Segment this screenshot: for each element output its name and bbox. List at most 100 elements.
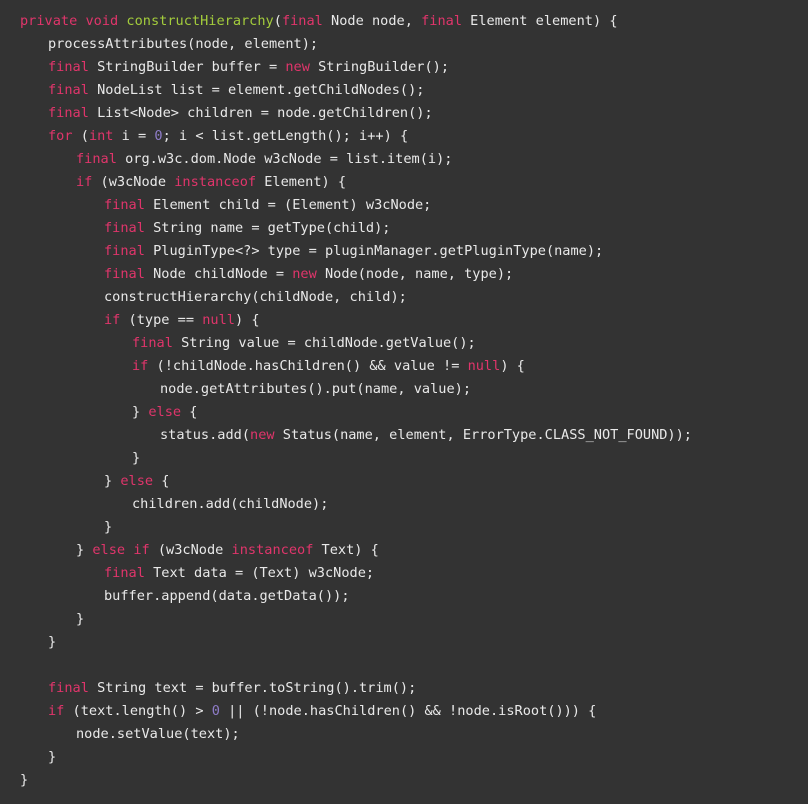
code-token: (w3cNode <box>149 542 232 558</box>
code-line: final PluginType<?> type = pluginManager… <box>0 240 808 263</box>
code-line: if (type == null) { <box>0 309 808 332</box>
code-token: status.add( <box>160 427 251 443</box>
code-line: } else { <box>0 401 808 424</box>
code-line: final NodeList list = element.getChildNo… <box>0 79 808 102</box>
code-token: Element element) { <box>462 13 618 29</box>
code-token: || (!node.hasChildren() && !node.isRoot(… <box>219 703 597 719</box>
code-token: processAttributes(node, element); <box>48 36 319 52</box>
code-line: buffer.append(data.getData()); <box>0 585 808 608</box>
code-token: final <box>48 105 89 121</box>
code-editor-view[interactable]: private void constructHierarchy(final No… <box>0 0 808 804</box>
code-token: } <box>48 634 57 650</box>
code-token: if <box>132 358 149 374</box>
code-line: if (text.length() > 0 || (!node.hasChild… <box>0 700 808 723</box>
code-line: children.add(childNode); <box>0 493 808 516</box>
code-token: int <box>88 128 114 144</box>
code-token: null <box>467 358 501 374</box>
code-line: final String name = getType(child); <box>0 217 808 240</box>
code-token: 0 <box>211 703 220 719</box>
code-line: } <box>0 769 808 792</box>
code-token: final <box>48 680 89 696</box>
code-token: { <box>153 473 170 489</box>
code-token: if <box>76 174 93 190</box>
code-token: children.add(childNode); <box>132 496 329 512</box>
code-token: final <box>104 197 145 213</box>
code-token: final <box>76 151 117 167</box>
code-token: Node(node, name, type); <box>316 266 514 282</box>
code-token: final <box>48 59 89 75</box>
code-token: else <box>120 473 154 489</box>
code-token: instanceof <box>231 542 314 558</box>
code-line: constructHierarchy(childNode, child); <box>0 286 808 309</box>
code-token: String text = buffer.toString().trim(); <box>88 680 417 696</box>
code-token: final <box>48 82 89 98</box>
code-line: final Node childNode = new Node(node, na… <box>0 263 808 286</box>
code-token: StringBuilder buffer = <box>88 59 286 75</box>
code-line: final String text = buffer.toString().tr… <box>0 677 808 700</box>
code-token: List<Node> children = node.getChildren()… <box>88 105 433 121</box>
code-token: String name = getType(child); <box>144 220 391 236</box>
code-line: final Text data = (Text) w3cNode; <box>0 562 808 585</box>
code-line: final Element child = (Element) w3cNode; <box>0 194 808 217</box>
code-token: (text.length() > <box>64 703 212 719</box>
code-line: for (int i = 0; i < list.getLength(); i+… <box>0 125 808 148</box>
code-token: } <box>132 404 149 420</box>
code-token: private <box>20 13 78 29</box>
code-token: new <box>250 427 275 443</box>
code-token: } <box>104 519 113 535</box>
code-token: ) { <box>500 358 525 374</box>
code-line: if (!childNode.hasChildren() && value !=… <box>0 355 808 378</box>
code-line: final org.w3c.dom.Node w3cNode = list.it… <box>0 148 808 171</box>
code-token: final <box>281 13 323 29</box>
code-token: final <box>104 565 145 581</box>
code-token: null <box>202 312 235 328</box>
code-line: final List<Node> children = node.getChil… <box>0 102 808 125</box>
code-token: final <box>104 220 145 236</box>
code-token: NodeList list = element.getChildNodes(); <box>88 82 425 98</box>
code-token: String value = childNode.getValue(); <box>172 335 476 351</box>
code-token: org.w3c.dom.Node w3cNode = list.item(i); <box>116 151 453 167</box>
code-token: constructHierarchy <box>126 13 274 29</box>
code-token: node.getAttributes().put(name, value); <box>160 381 471 397</box>
code-token: StringBuilder(); <box>309 59 450 75</box>
code-token: for <box>48 128 73 144</box>
code-line: } <box>0 608 808 631</box>
code-line: final String value = childNode.getValue(… <box>0 332 808 355</box>
code-token: else <box>148 404 182 420</box>
code-token: ) { <box>234 312 260 328</box>
code-token: final <box>104 243 145 259</box>
code-token: } <box>76 611 85 627</box>
code-line: } else if (w3cNode instanceof Text) { <box>0 539 808 562</box>
code-token: (w3cNode <box>92 174 175 190</box>
code-token: Node childNode = <box>144 266 293 282</box>
code-token: ; i < list.getLength(); i++) { <box>162 128 409 144</box>
code-token: } <box>132 450 141 466</box>
code-token: Element) { <box>256 174 347 190</box>
code-token: Node node, <box>322 13 422 29</box>
code-token: instanceof <box>174 174 257 190</box>
code-token: final <box>132 335 173 351</box>
code-line: } <box>0 631 808 654</box>
code-line: status.add(new Status(name, element, Err… <box>0 424 808 447</box>
code-token: } <box>76 542 93 558</box>
code-token: } <box>48 749 57 765</box>
code-token: final <box>104 266 145 282</box>
code-token: if <box>104 312 121 328</box>
code-token: (type == <box>120 312 203 328</box>
code-token: new <box>292 266 317 282</box>
code-token: final <box>421 13 462 29</box>
code-line: if (w3cNode instanceof Element) { <box>0 171 808 194</box>
code-token: (!childNode.hasChildren() && value != <box>148 358 468 374</box>
code-token: } <box>104 473 121 489</box>
code-token: } <box>20 772 29 788</box>
code-line: node.getAttributes().put(name, value); <box>0 378 808 401</box>
code-token: new <box>285 59 310 75</box>
code-token: buffer.append(data.getData()); <box>104 588 350 604</box>
code-line: processAttributes(node, element); <box>0 33 808 56</box>
code-token: Status(name, element, ErrorType.CLASS_NO… <box>274 427 692 443</box>
code-line: } <box>0 516 808 539</box>
code-line: private void constructHierarchy(final No… <box>0 10 808 33</box>
code-token: else <box>92 542 126 558</box>
code-line: } else { <box>0 470 808 493</box>
